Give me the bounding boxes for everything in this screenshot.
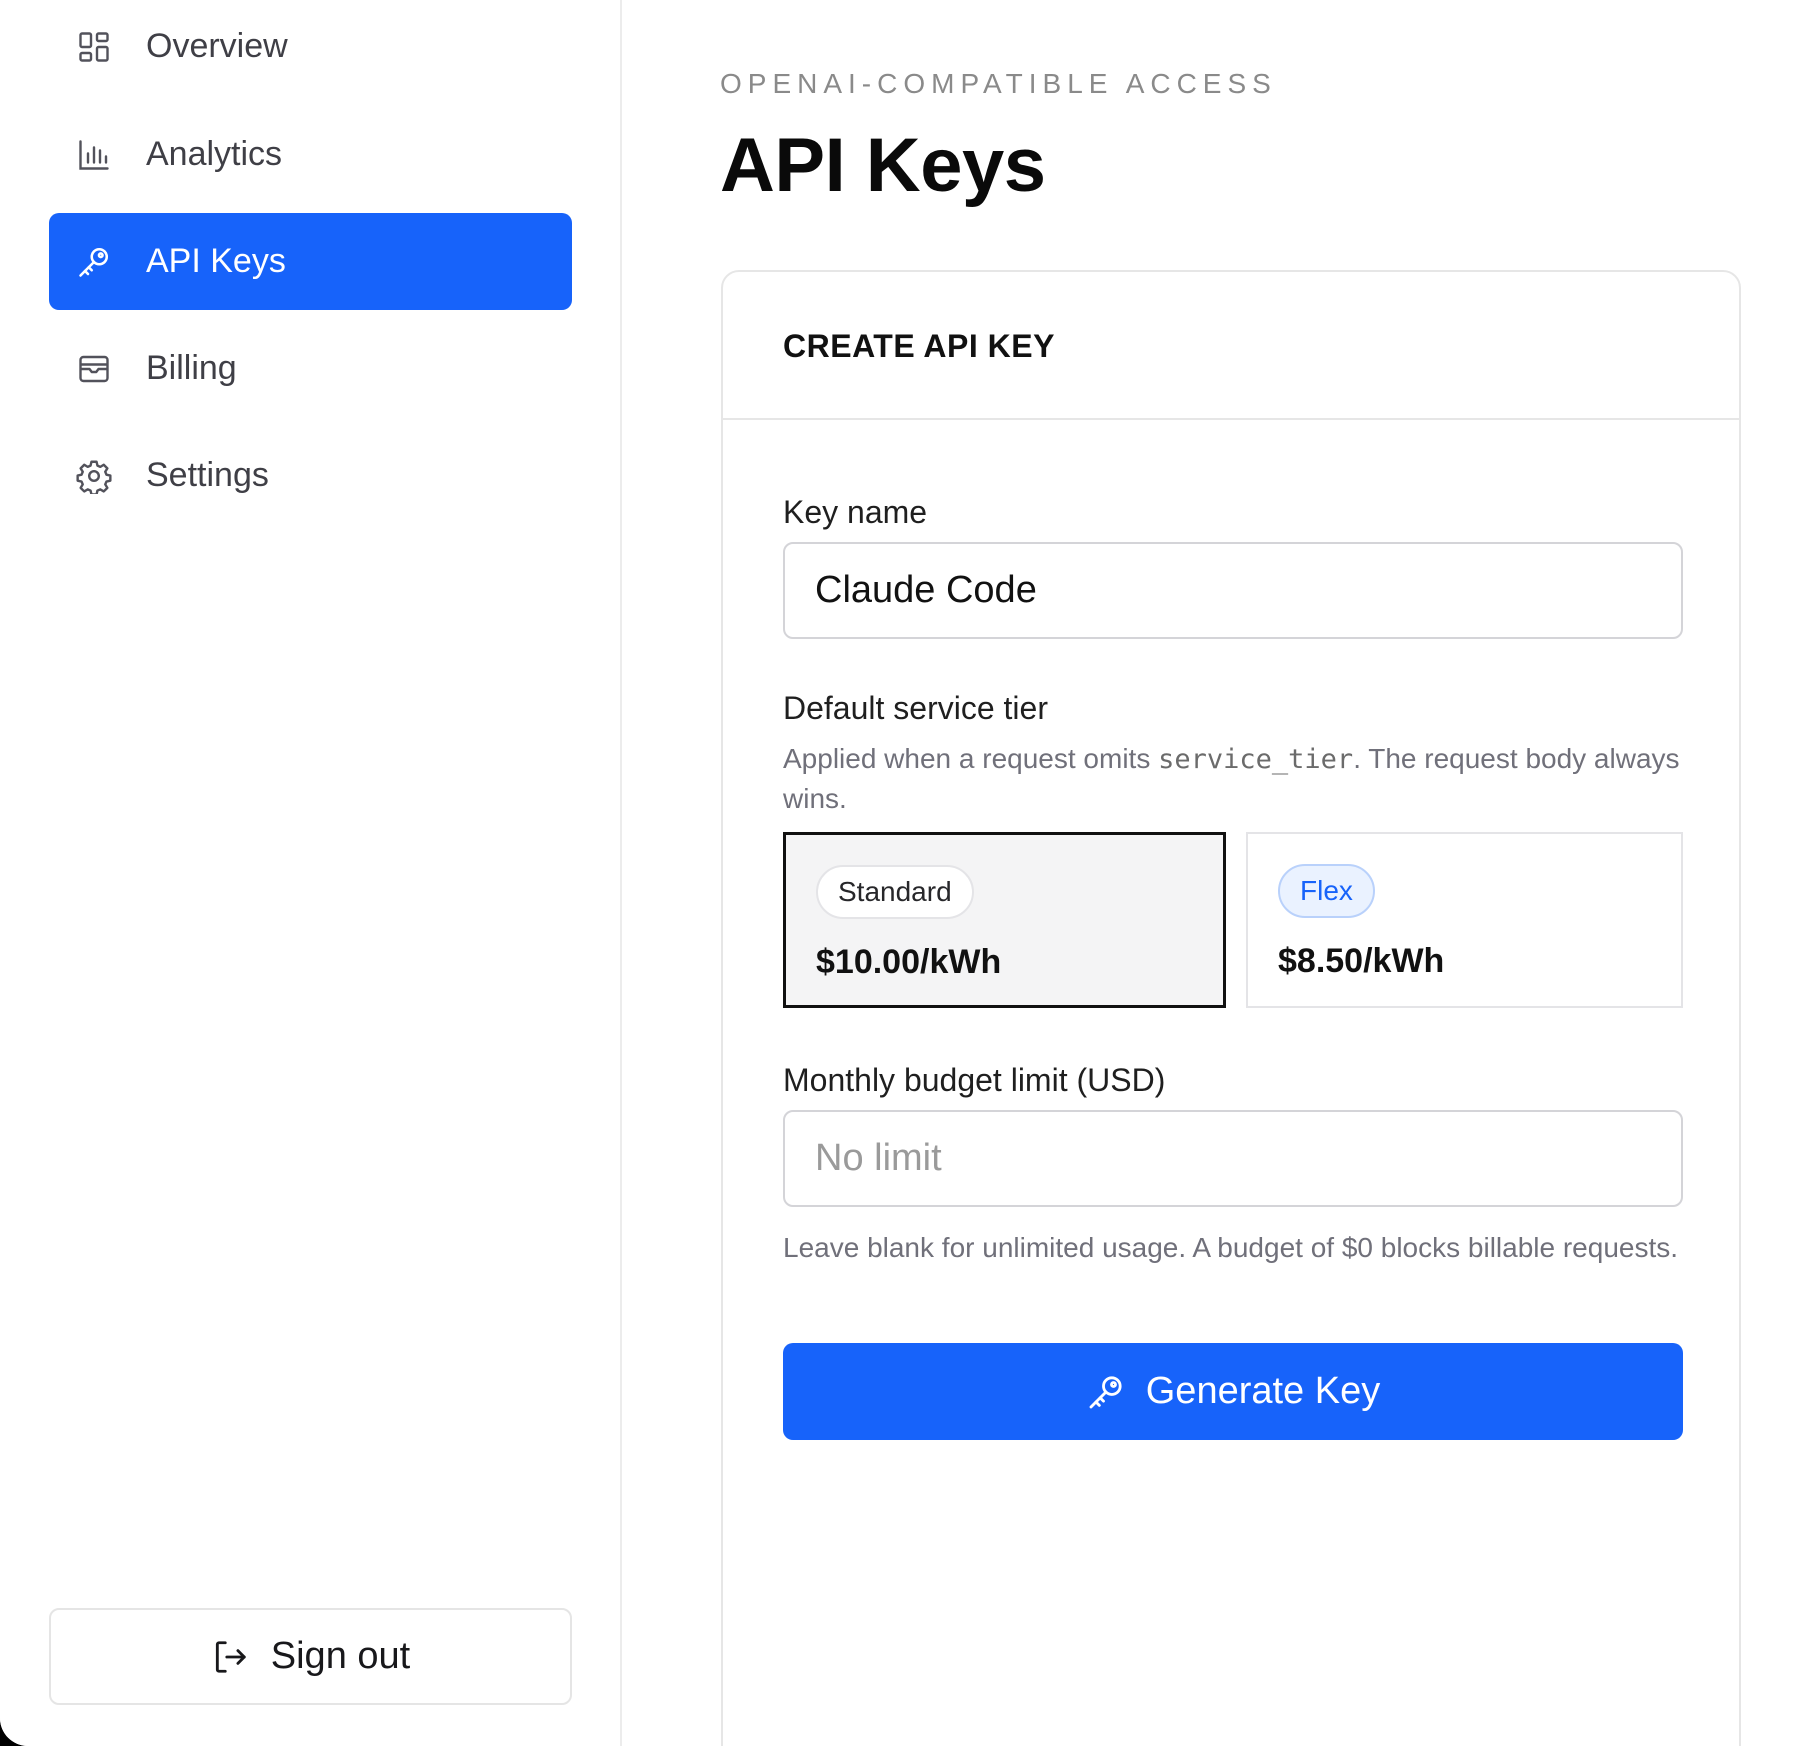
service-tier-label: Default service tier bbox=[783, 690, 1048, 726]
sidebar-item-label: Billing bbox=[146, 349, 237, 387]
bar-chart-icon bbox=[79, 140, 109, 170]
sidebar-item-settings[interactable]: Settings bbox=[49, 427, 572, 524]
tier-option-flex[interactable]: Flex $8.50/kWh bbox=[1246, 832, 1683, 1008]
service-tier-help: Applied when a request omits service_tie… bbox=[783, 739, 1683, 818]
sidebar-item-billing[interactable]: Billing bbox=[49, 320, 572, 417]
sidebar-item-overview[interactable]: Overview bbox=[49, 0, 572, 95]
card-header: CREATE API KEY bbox=[723, 272, 1739, 420]
sidebar-item-label: Overview bbox=[146, 27, 288, 65]
budget-label: Monthly budget limit (USD) bbox=[783, 1062, 1166, 1098]
sidebar: Overview Analytics API Keys Billing Sett… bbox=[0, 0, 622, 1746]
tier-price-standard: $10.00/kWh bbox=[816, 943, 1002, 981]
key-icon bbox=[79, 247, 109, 277]
dashboard-grid-icon bbox=[79, 32, 109, 62]
sign-out-label: Sign out bbox=[270, 1635, 411, 1677]
budget-input[interactable] bbox=[783, 1110, 1683, 1207]
sidebar-item-label: Settings bbox=[146, 456, 269, 494]
service-tier-code: service_tier bbox=[1158, 744, 1354, 775]
card-title: CREATE API KEY bbox=[783, 328, 1055, 364]
tier-badge-standard: Standard bbox=[816, 865, 974, 919]
page-eyebrow: OPENAI-COMPATIBLE ACCESS bbox=[720, 68, 1277, 99]
key-name-input[interactable] bbox=[783, 542, 1683, 639]
sidebar-item-analytics[interactable]: Analytics bbox=[49, 106, 572, 203]
gear-icon bbox=[76, 460, 112, 494]
billing-icon bbox=[79, 355, 109, 383]
sidebar-item-label: API Keys bbox=[146, 242, 286, 280]
tier-badge-flex: Flex bbox=[1278, 864, 1375, 918]
service-tier-help-prefix: Applied when a request omits bbox=[783, 743, 1159, 774]
generate-key-label: Generate Key bbox=[1145, 1370, 1381, 1412]
tier-option-standard[interactable]: Standard $10.00/kWh bbox=[783, 832, 1226, 1008]
tier-price-flex: $8.50/kWh bbox=[1278, 942, 1445, 980]
sidebar-item-label: Analytics bbox=[146, 135, 283, 173]
page-title: API Keys bbox=[720, 123, 1046, 208]
generate-key-button[interactable]: Generate Key bbox=[783, 1343, 1683, 1440]
sign-out-button[interactable]: Sign out bbox=[49, 1608, 572, 1705]
key-name-label: Key name bbox=[783, 494, 928, 530]
key-icon bbox=[1089, 1375, 1122, 1408]
sign-out-icon bbox=[215, 1640, 246, 1673]
budget-help: Leave blank for unlimited usage. A budge… bbox=[783, 1232, 1679, 1263]
create-api-key-card: CREATE API KEY Key name Default service … bbox=[721, 270, 1741, 1746]
app-window: Overview Analytics API Keys Billing Sett… bbox=[0, 0, 1800, 1746]
sidebar-item-api-keys[interactable]: API Keys bbox=[49, 213, 572, 310]
